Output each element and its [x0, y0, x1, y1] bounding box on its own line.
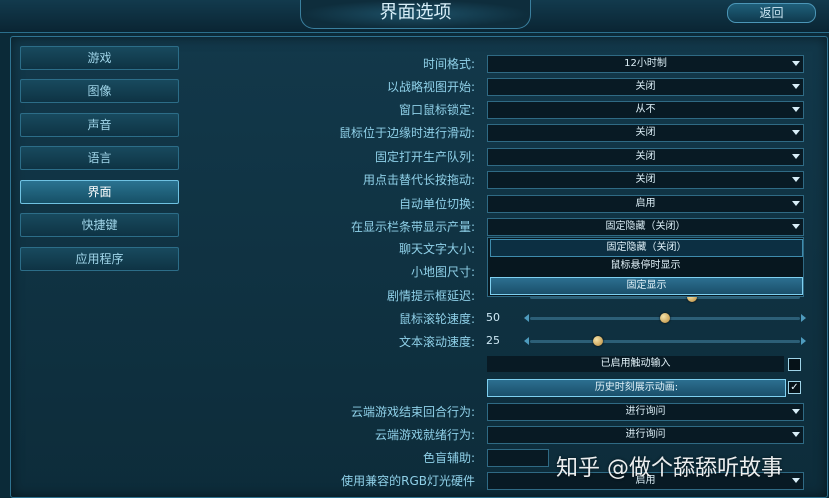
- page-title: 界面选项: [300, 0, 531, 29]
- cloud-turn-end-label: 云端游戏结束回合行为:: [350, 405, 475, 419]
- scroll-speed-label: 鼠标滚轮速度:: [398, 312, 475, 326]
- cloud-ready-value: 进行询问: [625, 429, 666, 440]
- time-format-dropdown[interactable]: 12小时制: [487, 55, 804, 73]
- option-fixed-hidden[interactable]: 固定隐藏（关闭）: [490, 239, 803, 257]
- chevron-down-icon: [792, 154, 800, 159]
- arrow-right-icon[interactable]: [801, 337, 806, 345]
- chevron-down-icon: [792, 224, 800, 229]
- time-format-label: 时间格式:: [422, 57, 475, 71]
- sidebar-item-application[interactable]: 应用程序: [20, 247, 179, 271]
- back-button[interactable]: 返回: [727, 3, 816, 23]
- ribbon-yields-value: 固定隐藏（关闭）: [605, 221, 686, 232]
- chevron-down-icon: [792, 409, 800, 414]
- cloud-ready-label: 云端游戏就绪行为:: [374, 428, 475, 442]
- edge-scroll-dropdown[interactable]: 关闭: [487, 124, 804, 142]
- cursor-lock-dropdown[interactable]: 从不: [487, 101, 804, 119]
- sidebar-item-language[interactable]: 语言: [20, 146, 179, 170]
- option-show-on-hover[interactable]: 鼠标悬停时显示: [490, 258, 801, 274]
- text-scroll-label: 文本滚动速度:: [398, 335, 475, 349]
- colorblind-dropdown[interactable]: [487, 449, 549, 467]
- arrow-left-icon[interactable]: [524, 337, 529, 345]
- ribbon-yields-dropdown[interactable]: 固定隐藏（关闭）: [487, 218, 804, 236]
- production-queue-dropdown[interactable]: 关闭: [487, 148, 804, 166]
- sidebar-item-game[interactable]: 游戏: [20, 46, 179, 70]
- colorblind-label: 色盲辅助:: [422, 451, 475, 465]
- text-scroll-value: 25: [486, 334, 500, 347]
- slider-handle[interactable]: [660, 313, 670, 323]
- strategic-view-value: 关闭: [635, 81, 656, 92]
- auto-cycle-label: 自动单位切换:: [398, 197, 475, 211]
- click-drag-value: 关闭: [635, 174, 656, 185]
- cursor-lock-value: 从不: [635, 104, 656, 115]
- chevron-down-icon: [792, 130, 800, 135]
- scroll-speed-slider[interactable]: [524, 313, 806, 323]
- sidebar-item-interface[interactable]: 界面: [20, 180, 179, 204]
- click-drag-dropdown[interactable]: 关闭: [487, 171, 804, 189]
- chevron-down-icon: [792, 107, 800, 112]
- edge-scroll-label: 鼠标位于边缘时进行滑动:: [338, 126, 475, 140]
- auto-cycle-value: 启用: [635, 198, 656, 209]
- chevron-down-icon: [792, 432, 800, 437]
- chat-text-size-label: 聊天文字大小:: [398, 242, 475, 256]
- click-drag-label: 用点击替代长按拖动:: [362, 173, 475, 187]
- cloud-turn-end-dropdown[interactable]: 进行询问: [487, 403, 804, 421]
- tooltip-delay-label: 剧情提示框延迟:: [386, 289, 475, 303]
- chevron-down-icon: [792, 201, 800, 206]
- rgb-hardware-label: 使用兼容的RGB灯光硬件: [341, 474, 475, 488]
- ribbon-yields-label: 在显示栏条带显示产量:: [350, 220, 475, 234]
- watermark: 知乎 @做个舔舔听故事: [556, 456, 783, 481]
- touch-input-row[interactable]: 已启用触动输入: [487, 356, 784, 372]
- sidebar-item-graphics[interactable]: 图像: [20, 79, 179, 103]
- chevron-down-icon: [792, 177, 800, 182]
- touch-input-checkbox[interactable]: [788, 358, 801, 371]
- slider-handle[interactable]: [592, 336, 603, 346]
- chevron-down-icon: [792, 61, 800, 66]
- auto-cycle-dropdown[interactable]: 启用: [487, 195, 804, 213]
- strategic-view-label: 以战略视图开始:: [386, 80, 475, 94]
- production-queue-label: 固定打开生产队列:: [374, 150, 475, 164]
- edge-scroll-value: 关闭: [635, 127, 656, 138]
- time-format-value: 12小时制: [624, 58, 667, 69]
- title-bar: 界面选项 返回: [0, 0, 829, 33]
- historic-moments-row[interactable]: 历史时刻展示动画:: [487, 379, 786, 397]
- minimap-size-label: 小地图尺寸:: [410, 265, 475, 279]
- historic-moments-checkbox[interactable]: ✓: [788, 381, 801, 394]
- sidebar-item-audio[interactable]: 声音: [20, 113, 179, 137]
- cloud-turn-end-value: 进行询问: [625, 406, 666, 417]
- chevron-down-icon: [792, 84, 800, 89]
- option-fixed-show[interactable]: 固定显示: [490, 277, 803, 295]
- cloud-ready-dropdown[interactable]: 进行询问: [487, 426, 804, 444]
- ribbon-yields-options: 固定隐藏（关闭） 鼠标悬停时显示 固定显示: [487, 237, 804, 297]
- arrow-left-icon[interactable]: [524, 314, 529, 322]
- chevron-down-icon: [792, 478, 800, 483]
- production-queue-value: 关闭: [635, 151, 656, 162]
- cursor-lock-label: 窗口鼠标锁定:: [398, 103, 475, 117]
- arrow-right-icon[interactable]: [801, 314, 806, 322]
- strategic-view-dropdown[interactable]: 关闭: [487, 78, 804, 96]
- scroll-speed-value: 50: [486, 311, 500, 324]
- sidebar-item-hotkeys[interactable]: 快捷键: [20, 213, 179, 237]
- text-scroll-slider[interactable]: [524, 336, 806, 346]
